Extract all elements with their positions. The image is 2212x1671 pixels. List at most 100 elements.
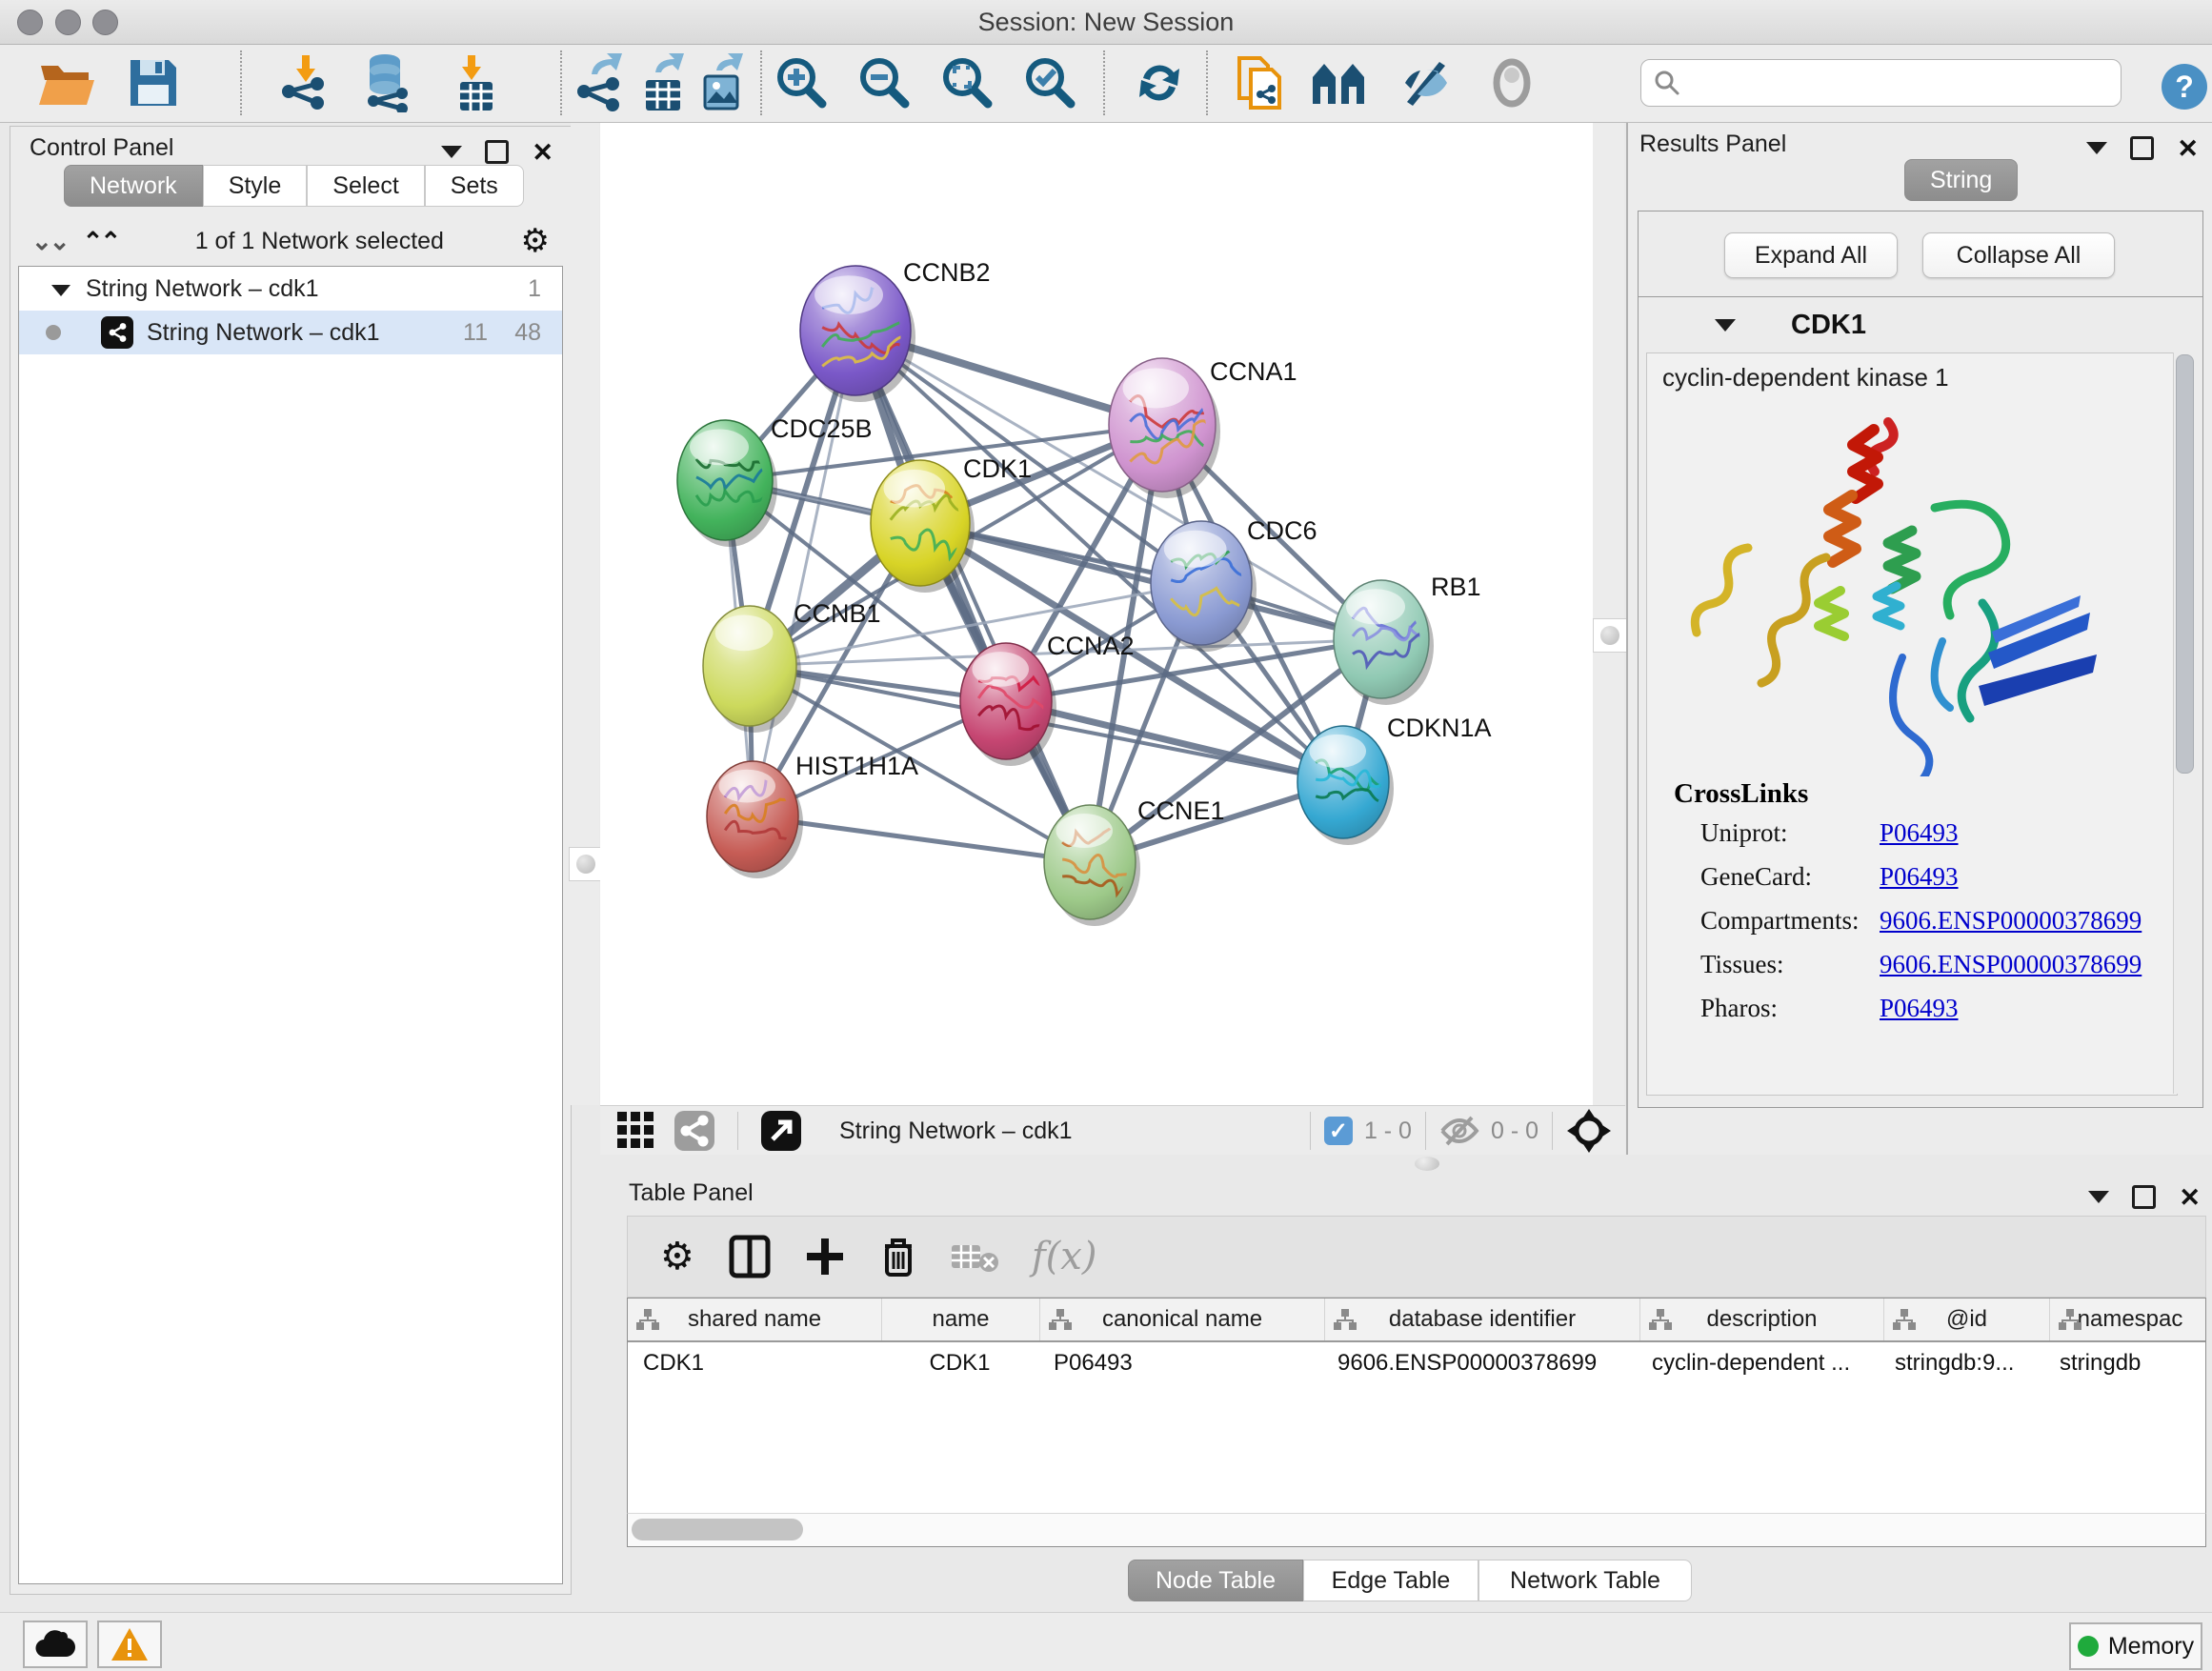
horizontal-splitter-handle[interactable] (1415, 1157, 1439, 1171)
panel-close-icon[interactable]: ✕ (532, 143, 553, 162)
tab-sets[interactable]: Sets (425, 165, 524, 207)
panel-maximize-icon[interactable] (2132, 1185, 2156, 1209)
network-view-icon[interactable] (673, 1109, 716, 1153)
delete-column-icon[interactable] (879, 1235, 917, 1278)
tab-style[interactable]: Style (203, 165, 308, 207)
left-splitter[interactable] (571, 123, 599, 1105)
network-node-ccnb1[interactable] (703, 606, 801, 733)
left-splitter-handle[interactable] (569, 847, 603, 881)
column-header[interactable]: name (882, 1299, 1040, 1340)
clone-network-button[interactable] (1227, 52, 1294, 113)
collection-expander-icon[interactable] (51, 275, 70, 303)
table-cell[interactable]: 9606.ENSP00000378699 (1322, 1342, 1637, 1384)
column-header[interactable]: shared name (628, 1299, 882, 1340)
zoom-in-button[interactable] (768, 52, 835, 113)
import-network-button[interactable] (272, 52, 339, 113)
open-session-button[interactable] (34, 52, 101, 113)
cloud-button[interactable] (23, 1621, 88, 1668)
expand-all-button[interactable]: Expand All (1724, 232, 1898, 278)
crosslink-link[interactable]: 9606.ENSP00000378699 (1880, 906, 2142, 936)
network-node-cdk1[interactable] (871, 460, 975, 593)
first-neighbors-button[interactable] (1307, 52, 1374, 113)
results-scrollbar-thumb[interactable] (2176, 354, 2194, 774)
apply-layout-button[interactable] (1126, 52, 1193, 113)
gene-expander-icon[interactable] (1715, 319, 1736, 332)
export-table-button[interactable] (631, 52, 695, 113)
table-hscrollbar-thumb[interactable] (632, 1519, 803, 1540)
crosslink-link[interactable]: 9606.ENSP00000378699 (1880, 950, 2142, 979)
column-header[interactable]: database identifier (1325, 1299, 1640, 1340)
table-row[interactable]: CDK1CDK1P064939606.ENSP00000378699cyclin… (628, 1342, 2205, 1384)
show-columns-icon[interactable] (729, 1235, 771, 1278)
panel-close-icon[interactable]: ✕ (2177, 139, 2199, 158)
panel-close-icon[interactable]: ✕ (2179, 1188, 2201, 1207)
panel-maximize-icon[interactable] (485, 140, 509, 164)
warning-button[interactable] (97, 1621, 162, 1668)
tab-edge-table[interactable]: Edge Table (1303, 1560, 1478, 1601)
network-options-gear-icon[interactable]: ⚙ (521, 222, 550, 260)
network-canvas[interactable]: CCNB2CCNA1CDC25BCDK1CDC6RB1CCNB1CCNA2CDK… (600, 123, 1593, 1105)
zoom-selected-button[interactable] (1016, 52, 1083, 113)
tab-network-table[interactable]: Network Table (1478, 1560, 1692, 1601)
hide-selected-button[interactable] (1393, 52, 1459, 113)
table-cell[interactable]: cyclin-dependent ... (1637, 1342, 1880, 1384)
import-table-button[interactable] (440, 52, 507, 113)
tab-select[interactable]: Select (307, 165, 424, 207)
results-scrollbar[interactable] (2173, 352, 2195, 1094)
network-node-ccna2[interactable] (960, 643, 1056, 766)
column-header[interactable]: canonical name (1040, 1299, 1325, 1340)
zoom-fit-button[interactable] (934, 52, 1000, 113)
panel-float-icon[interactable] (2088, 1191, 2109, 1203)
network-edge[interactable] (855, 331, 1090, 862)
export-image-button[interactable] (690, 52, 754, 113)
tab-string[interactable]: String (1904, 159, 2018, 201)
zoom-out-button[interactable] (851, 52, 917, 113)
panel-maximize-icon[interactable] (2130, 136, 2154, 160)
collapse-all-networks-icon[interactable]: ⌄⌄ (31, 227, 68, 256)
network-collection-row[interactable]: String Network – cdk1 1 (19, 267, 562, 311)
column-header[interactable]: namespac (2050, 1299, 2206, 1340)
help-button[interactable]: ? (2151, 56, 2212, 117)
search-input[interactable] (1689, 69, 2121, 97)
detach-view-icon[interactable] (759, 1109, 803, 1153)
network-row[interactable]: String Network – cdk1 11 48 (19, 311, 562, 354)
expand-all-networks-icon[interactable]: ⌃⌃ (83, 227, 119, 256)
table-cell[interactable]: P06493 (1038, 1342, 1322, 1384)
table-cell[interactable]: CDK1 (628, 1342, 881, 1384)
network-node-ccna1[interactable] (1109, 358, 1220, 498)
tab-node-table[interactable]: Node Table (1128, 1560, 1303, 1601)
network-node-cdkn1a[interactable] (1297, 726, 1394, 845)
right-splitter-handle[interactable] (1593, 618, 1627, 653)
selected-nodes-checkbox[interactable]: ✓ (1324, 1117, 1353, 1145)
gene-section-header[interactable]: CDK1 (1639, 297, 2202, 352)
panel-float-icon[interactable] (2086, 142, 2107, 154)
collapse-all-button[interactable]: Collapse All (1922, 232, 2115, 278)
save-session-button[interactable] (120, 52, 187, 113)
table-hscrollbar[interactable] (627, 1513, 2206, 1547)
table-settings-gear-icon[interactable]: ⚙ (660, 1235, 694, 1278)
network-node-ccne1[interactable] (1044, 805, 1140, 926)
column-header[interactable]: description (1640, 1299, 1884, 1340)
network-node-ccnb2[interactable] (800, 266, 915, 402)
crosslink-link[interactable]: P06493 (1880, 818, 1959, 848)
crosslink-link[interactable]: P06493 (1880, 862, 1959, 892)
network-node-cdc6[interactable] (1151, 521, 1257, 652)
show-all-button[interactable] (1478, 52, 1545, 113)
toolbar-search-field[interactable] (1640, 59, 2122, 107)
right-splitter[interactable] (1593, 123, 1624, 1105)
tab-network[interactable]: Network (64, 165, 203, 207)
crosslink-link[interactable]: P06493 (1880, 994, 1959, 1023)
horizontal-splitter[interactable] (600, 1155, 2212, 1174)
add-column-icon[interactable] (805, 1237, 845, 1277)
panel-float-icon[interactable] (441, 146, 462, 158)
export-network-button[interactable] (570, 52, 631, 113)
table-cell[interactable]: stringdb:9... (1880, 1342, 2044, 1384)
table-cell[interactable]: stringdb (2044, 1342, 2204, 1384)
grid-view-icon[interactable] (615, 1110, 657, 1152)
network-edge[interactable] (753, 816, 1090, 862)
network-edge[interactable] (753, 331, 855, 816)
birdseye-navigator-icon[interactable] (1566, 1108, 1612, 1154)
column-header[interactable]: @id (1884, 1299, 2050, 1340)
network-node-hist1h1a[interactable] (707, 761, 803, 878)
network-node-rb1[interactable] (1334, 580, 1434, 705)
